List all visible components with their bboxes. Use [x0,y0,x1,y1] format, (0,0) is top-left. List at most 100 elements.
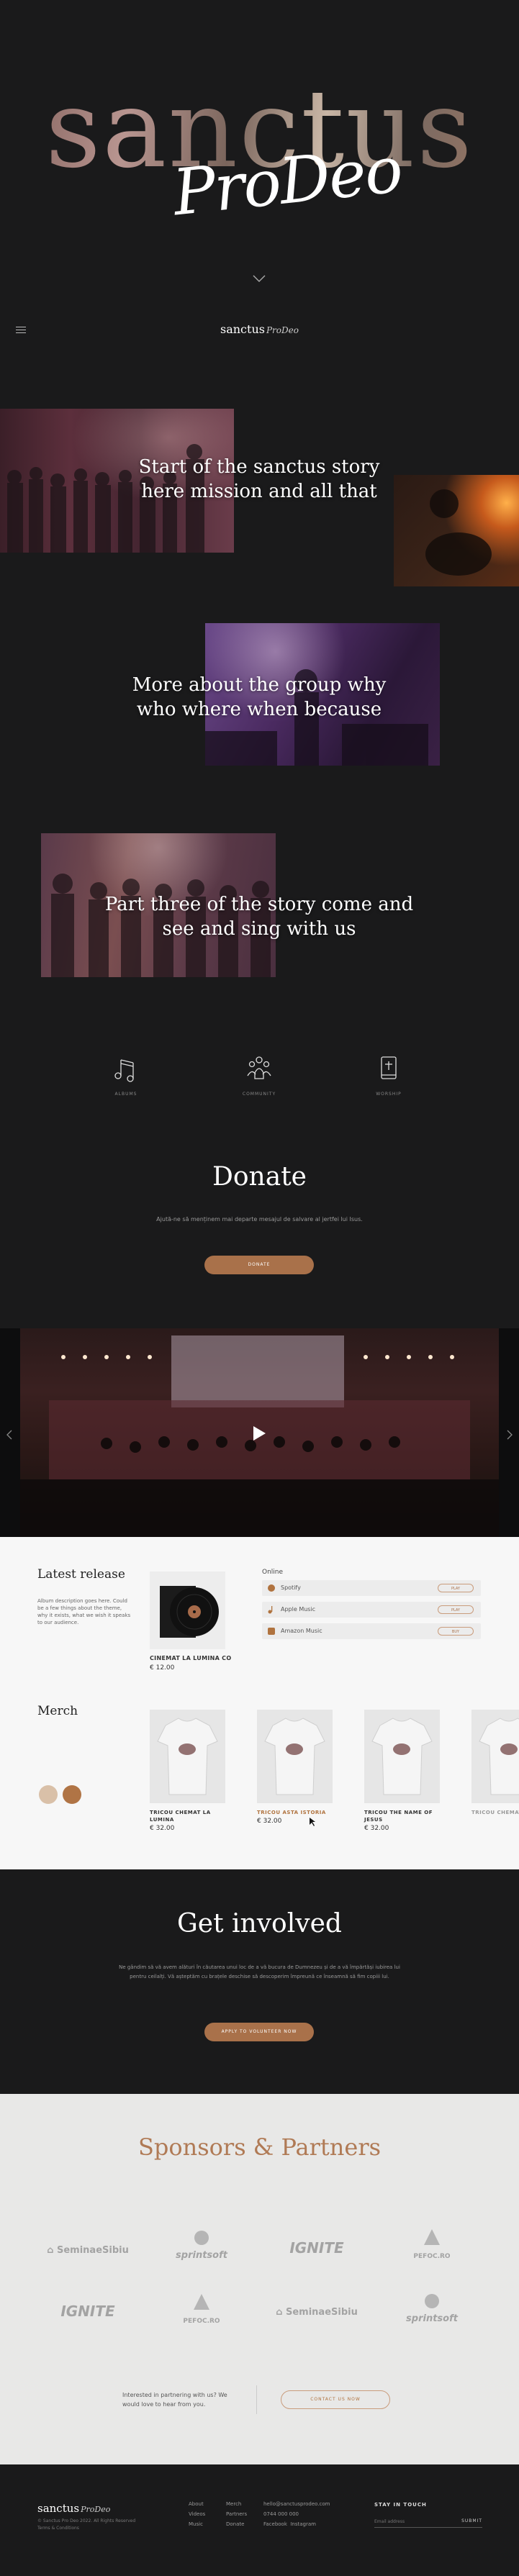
footer-link-donate[interactable]: Donate [226,2519,247,2529]
guitarist-silhouette [425,489,492,576]
donate-title: Donate [212,1162,307,1192]
tshirt-icon [157,1718,218,1795]
product-price: € 32.00 [364,1825,389,1832]
play-icon[interactable] [252,1425,266,1441]
color-swatch-beige[interactable] [39,1785,58,1804]
platform-row[interactable]: Spotify PLAY [262,1580,481,1596]
apple-music-icon [268,1606,273,1614]
product-name[interactable]: TRICOU CHEMAT LA LUMINA [150,1809,225,1823]
feature-community[interactable]: COMMUNITY [230,1054,288,1097]
donate-button[interactable]: DONATE [204,1256,314,1274]
footer-logo[interactable]: sanctus ProDeo [37,2502,110,2515]
platform-name: Spotify [281,1584,301,1591]
sponsors-section: Sponsors & Partners ⌂ SeminaeSibiu sprin… [0,2094,519,2464]
divider [256,2385,257,2414]
story-text-2: More about the group why who where when … [132,674,387,720]
sponsor-name: sprintsoft [176,2250,227,2261]
product-name[interactable]: TRICOU CHEMAT LA LUMINA [471,1809,519,1816]
flame-icon [424,2229,440,2245]
product-name[interactable]: TRICOU ASTA ISTORIA [257,1809,333,1816]
sponsor-logo[interactable]: sprintsoft [389,2294,475,2324]
footer-phone[interactable]: 0744 000 000 [263,2509,330,2519]
partner-cta-text: Interested in partnering with us? We wou… [122,2392,227,2408]
sponsor-name: PEFOC.RO [183,2318,220,2325]
footer-link-merch[interactable]: Merch [226,2499,247,2509]
sponsor-logo[interactable]: PEFOC.RO [389,2229,475,2261]
donate-description: Ajută-ne să menținem mai departe mesajul… [156,1216,363,1223]
newsletter-submit-button[interactable]: SUBMIT [461,2518,482,2523]
tshirt-icon [479,1718,519,1795]
footer-link-facebook[interactable]: Facebook [263,2521,287,2527]
album-name[interactable]: CINEMAT LA LUMINA CO [150,1655,231,1661]
online-label: Online [262,1569,284,1576]
cursor-icon [310,1818,315,1826]
platform-name: Apple Music [281,1606,316,1613]
product-image[interactable] [257,1710,333,1803]
footer-link-instagram[interactable]: Instagram [290,2521,316,2527]
sponsor-name: PEFOC.RO [413,2253,451,2260]
home-icon: ⌂ [276,2307,286,2318]
community-icon [247,1056,271,1079]
nav-logo-text: sanctus [220,322,265,336]
sponsor-name: sprintsoft [406,2313,458,2324]
platform-row[interactable]: Apple Music PLAY [262,1602,481,1618]
buy-button[interactable]: BUY [438,1627,474,1636]
chevron-right-icon[interactable] [506,1429,513,1441]
sponsor-logo[interactable]: ⌂ SeminaeSibiu [274,2307,360,2318]
flame-icon [194,2294,209,2310]
footer-logo-script: ProDeo [81,2505,111,2514]
footer-link-partners[interactable]: Partners [226,2509,247,2519]
footer-logo-text: sanctus [37,2502,80,2515]
footer-link-about[interactable]: About [189,2499,205,2509]
newsletter-title: STAY IN TOUCH [374,2502,427,2508]
nav-logo[interactable]: sanctus ProDeo [220,322,299,336]
involved-section: Get involved Ne gândim să vă avem alătur… [0,1869,519,2094]
feature-worship-label: WORSHIP [376,1092,402,1097]
footer-link-music[interactable]: Music [189,2519,205,2529]
footer: sanctus ProDeo © Sanctus Pro Deo 2022. Al… [0,2464,519,2576]
album-cover[interactable] [150,1572,225,1649]
platform-row[interactable]: Amazon Music BUY [262,1623,481,1639]
product-image[interactable] [364,1710,440,1803]
feature-worship[interactable]: WORSHIP [360,1054,418,1097]
merch-heading: Merch [37,1704,78,1718]
album-price: € 12.00 [150,1664,175,1672]
menu-icon[interactable] [16,327,26,334]
music-notes-icon [114,1059,134,1082]
release-section: Latest release Album description goes he… [0,1537,519,1869]
contact-button[interactable]: CONTACT US NOW [281,2390,390,2409]
newsletter-email-input[interactable] [374,2516,446,2526]
play-button[interactable]: PLAY [438,1584,474,1592]
sponsor-logo[interactable]: sprintsoft [158,2231,245,2261]
bible-icon [381,1056,397,1079]
sponsor-logo[interactable]: IGNITE [274,2239,360,2257]
feature-albums[interactable]: ALBUMS [97,1054,155,1097]
volunteer-button[interactable]: APPLY TO VOLUNTEER NOW [204,2023,314,2041]
footer-link-videos[interactable]: Videos [189,2509,205,2519]
sprintsoft-icon [425,2294,439,2308]
footer-email[interactable]: hello@sanctusprodeo.com [263,2499,330,2509]
terms-link[interactable]: Terms & Conditions [37,2526,79,2531]
amazon-music-icon [268,1628,275,1635]
feature-community-label: COMMUNITY [242,1092,276,1097]
chevron-left-icon[interactable] [6,1429,13,1441]
product-image[interactable] [150,1710,225,1803]
story-text-1: Start of the sanctus story here mission … [138,456,380,502]
nav-logo-script: ProDeo [266,325,299,335]
color-swatch-brown[interactable] [63,1785,81,1804]
play-button[interactable]: PLAY [438,1605,474,1614]
sponsor-logo[interactable]: PEFOC.RO [158,2294,245,2326]
product-price: € 32.00 [150,1825,175,1832]
sponsor-name: SeminaeSibiu [285,2307,358,2318]
product-name[interactable]: TRICOU THE NAME OF JESUS [364,1809,440,1823]
video-section [0,1328,519,1537]
product-image[interactable] [471,1710,519,1803]
spotify-icon [268,1584,275,1592]
chevron-down-icon[interactable] [252,273,266,284]
vinyl-record-icon [160,1586,219,1638]
platform-name: Amazon Music [281,1628,322,1634]
video-player[interactable] [20,1328,499,1537]
copyright: © Sanctus Pro Deo 2022. All Rights Reser… [37,2518,136,2523]
sponsor-logo[interactable]: IGNITE [45,2303,131,2320]
sponsor-logo[interactable]: ⌂ SeminaeSibiu [45,2245,131,2256]
